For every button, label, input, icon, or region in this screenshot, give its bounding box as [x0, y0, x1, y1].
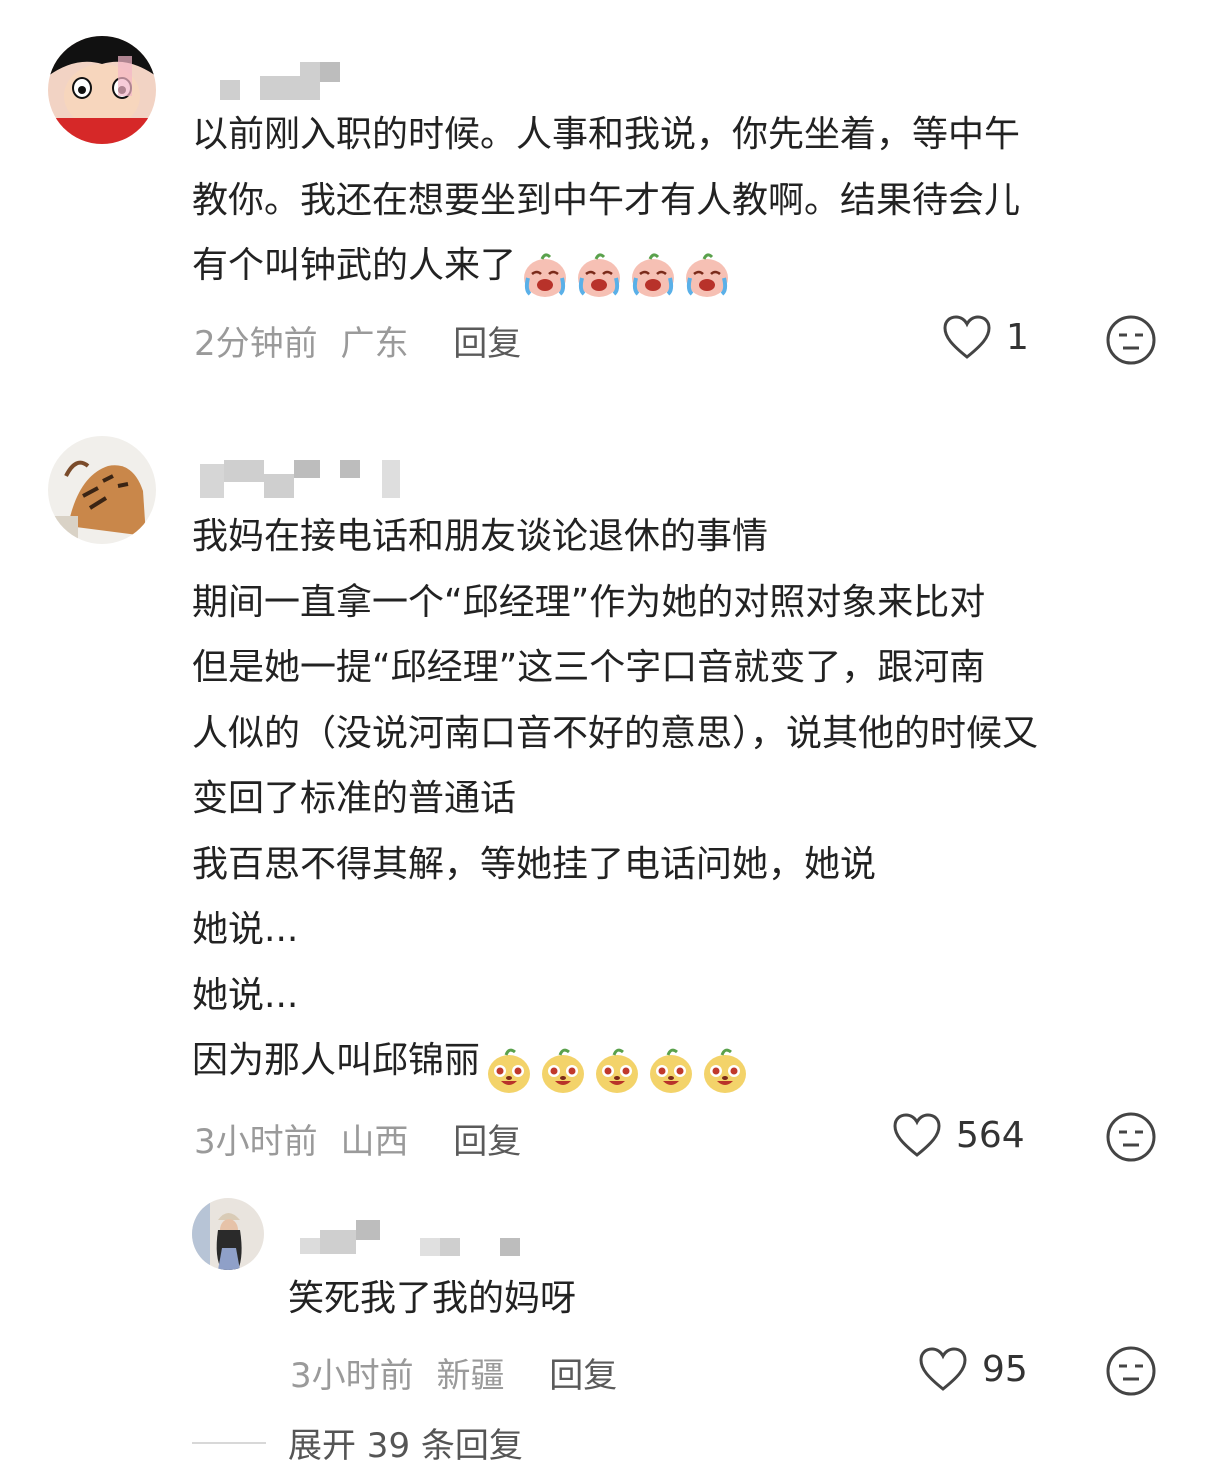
like-count: 1: [1006, 316, 1029, 358]
comment-line: 人似的（没说河南口音不好的意思），说其他的时候又: [192, 712, 1039, 754]
reply-meta: 3小时前 新疆 回复: [290, 1348, 617, 1397]
reply-button[interactable]: 回复: [453, 324, 521, 364]
comment-line: 她说...: [192, 909, 299, 950]
crying-emoji-row: [520, 241, 736, 307]
comment-line: 变回了标准的普通话: [192, 778, 517, 819]
laughing-face-icon: [592, 1045, 642, 1095]
comment-line: 以前刚入职的时候。人事和我说，你先坐着，等中午: [192, 114, 1021, 155]
comment-line: 期间一直拿一个“邱经理”作为她的对照对象来比对: [192, 581, 986, 623]
laughing-face-icon: [538, 1045, 588, 1095]
comment-line: 有个叫钟武的人来了: [192, 233, 1020, 299]
reply-button[interactable]: 回复: [549, 1356, 617, 1396]
comment-line: 她说...: [192, 974, 299, 1016]
dislike-button[interactable]: [1105, 1111, 1157, 1163]
crying-face-icon: [682, 250, 732, 300]
reply-location: 新疆: [436, 1356, 505, 1396]
comment-line: 教你。我还在想要坐到中午才有人教啊。结果待会儿: [192, 179, 1021, 221]
heart-outline-icon: [919, 1347, 967, 1391]
like-count: 564: [956, 1114, 1025, 1156]
avatar[interactable]: [192, 1198, 264, 1270]
comment-time: 3小时前: [194, 1122, 318, 1162]
reply-text: 笑死我了我的妈呀: [288, 1278, 577, 1319]
comment-text: 我妈在接电话和朋友谈论退休的事情 期间一直拿一个“邱经理”作为她的对照对象来比对…: [192, 504, 1038, 1094]
reply-button[interactable]: 回复: [453, 1122, 521, 1162]
avatar[interactable]: [48, 436, 156, 544]
like-button[interactable]: 95: [918, 1346, 1028, 1392]
expand-replies-label: 展开 39 条回复: [288, 1426, 523, 1466]
unamused-face-icon: [1106, 1112, 1156, 1162]
comment-location: 广东: [340, 324, 409, 364]
crying-face-icon: [574, 250, 624, 300]
laughing-face-icon: [700, 1045, 750, 1095]
username-blurred[interactable]: [200, 460, 410, 500]
crying-face-icon: [520, 250, 570, 300]
comment-time: 2分钟前: [194, 324, 318, 364]
expand-replies-button[interactable]: 展开 39 条回复: [192, 1418, 523, 1467]
username-blurred[interactable]: [220, 62, 350, 102]
crying-face-icon: [628, 250, 678, 300]
like-button[interactable]: 564: [892, 1112, 1025, 1158]
comment-meta: 3小时前 山西 回复: [194, 1114, 521, 1163]
reply-time: 3小时前: [290, 1356, 414, 1396]
laughing-face-icon: [646, 1045, 696, 1095]
unamused-face-icon: [1106, 1346, 1156, 1396]
comment-location: 山西: [340, 1122, 409, 1162]
comment-line: 因为那人叫邱锦丽: [192, 1028, 1038, 1094]
comment-line: 我百思不得其解，等她挂了电话问她，她说: [192, 843, 877, 885]
heart-outline-icon: [893, 1113, 941, 1157]
comment-meta: 2分钟前 广东 回复: [194, 316, 521, 365]
comment-line: 但是她一提“邱经理”这三个字口音就变了，跟河南: [192, 647, 986, 688]
dislike-button[interactable]: [1105, 1345, 1157, 1397]
dislike-button[interactable]: [1105, 314, 1157, 366]
like-count: 95: [982, 1348, 1028, 1390]
heart-outline-icon: [943, 315, 991, 359]
username-blurred[interactable]: [300, 1218, 522, 1258]
comment-line: 我妈在接电话和朋友谈论退休的事情: [192, 516, 769, 557]
unamused-face-icon: [1106, 315, 1156, 365]
divider: [192, 1441, 266, 1444]
like-button[interactable]: 1: [942, 314, 1029, 360]
laughing-emoji-row: [484, 1036, 754, 1102]
comment-text: 以前刚入职的时候。人事和我说，你先坐着，等中午 教你。我还在想要坐到中午才有人教…: [192, 102, 1020, 299]
avatar[interactable]: [48, 36, 156, 144]
laughing-face-icon: [484, 1045, 534, 1095]
